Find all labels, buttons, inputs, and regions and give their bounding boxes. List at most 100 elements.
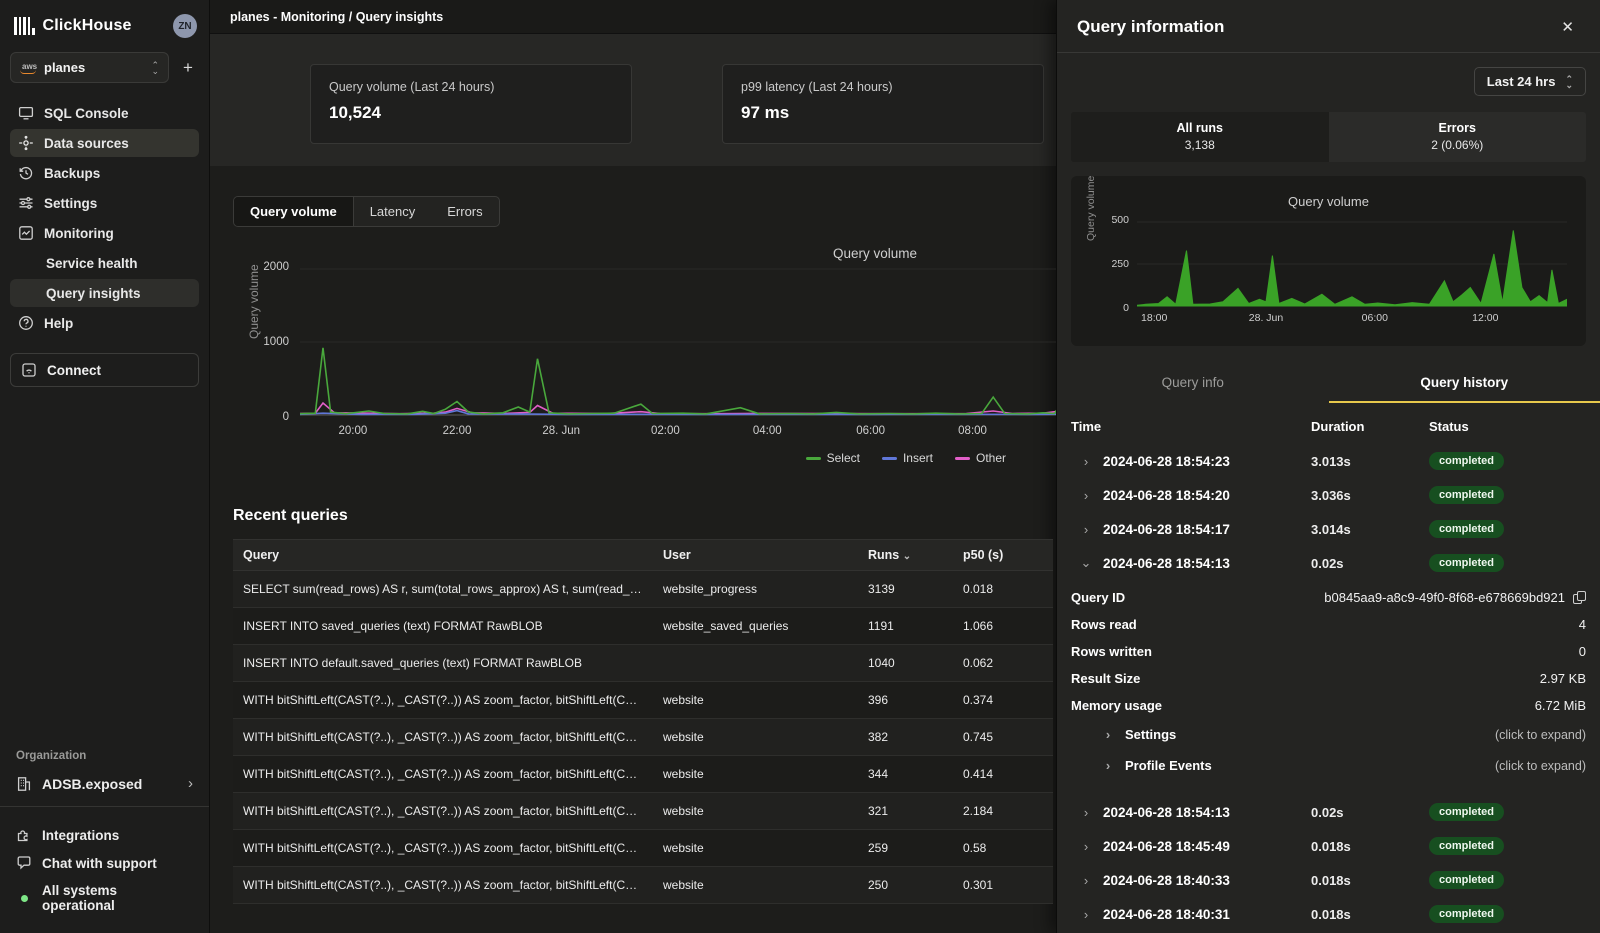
legend-swatch-insert [882, 457, 897, 460]
footer-label: Chat with support [42, 856, 157, 871]
sidebar-item-label: Service health [46, 256, 138, 271]
chevron-right-icon: › [1079, 805, 1093, 820]
tab-query-volume[interactable]: Query volume [234, 197, 354, 226]
sidebar-item-settings[interactable]: Settings [10, 189, 199, 217]
chevron-down-icon: ⌄ [1079, 555, 1093, 571]
user-avatar[interactable]: ZN [173, 14, 197, 38]
organization-label: Organization [10, 750, 199, 772]
all-runs-segment[interactable]: All runs 3,138 [1071, 112, 1329, 162]
y-tick-label: 0 [283, 411, 289, 423]
stat-value: 10,524 [329, 103, 613, 123]
console-icon [18, 105, 34, 121]
col-header-query[interactable]: Query [233, 540, 653, 571]
sidebar-item-help[interactable]: Help [10, 309, 199, 337]
legend-swatch-select [806, 457, 821, 460]
sidebar-item-sql-console[interactable]: SQL Console [10, 99, 199, 127]
sidebar-item-label: Data sources [44, 136, 129, 151]
sidebar-item-label: Query insights [46, 286, 141, 301]
tab-latency[interactable]: Latency [354, 197, 432, 226]
sort-desc-icon: ⌄ [903, 551, 911, 562]
history-row[interactable]: ›2024-06-28 18:54:23 3.013s completed [1071, 444, 1586, 478]
status-badge: completed [1429, 554, 1504, 572]
history-row[interactable]: ›2024-06-28 18:45:49 0.018s completed [1071, 829, 1586, 863]
x-tick-label: 04:00 [753, 425, 782, 437]
stats-band: Query volume (Last 24 hours) 10,524 p99 … [210, 34, 1056, 166]
table-row[interactable]: SELECT sum(read_rows) AS r, sum(total_ro… [233, 571, 1053, 608]
status-badge: completed [1429, 452, 1504, 470]
table-row[interactable]: WITH bitShiftLeft(CAST(?..), _CAST(?..))… [233, 756, 1053, 793]
errors-segment[interactable]: Errors 2 (0.06%) [1329, 112, 1587, 162]
recent-queries-title: Recent queries [233, 507, 1056, 525]
footer-label: Integrations [42, 828, 119, 843]
service-selector[interactable]: aws planes ⌃⌄ [10, 52, 169, 83]
legend-item-insert[interactable]: Insert [882, 451, 933, 465]
table-row[interactable]: WITH bitShiftLeft(CAST(?..), _CAST(?..))… [233, 793, 1053, 830]
col-header-runs[interactable]: Runs ⌄ [858, 540, 953, 571]
x-tick-label: 28. Jun [1249, 312, 1283, 324]
table-row[interactable]: WITH bitShiftLeft(CAST(?..), _CAST(?..))… [233, 830, 1053, 867]
aws-icon: aws [20, 62, 36, 74]
history-row[interactable]: ›2024-06-28 18:54:17 3.014s completed [1071, 512, 1586, 546]
chevron-right-icon: › [1079, 907, 1093, 922]
y-tick-label: 250 [1111, 258, 1129, 270]
sidebar-item-query-insights[interactable]: Query insights [10, 279, 199, 307]
service-name: planes [44, 60, 143, 75]
time-range-select[interactable]: Last 24 hrs ⌃⌄ [1474, 67, 1586, 96]
legend-item-select[interactable]: Select [806, 451, 860, 465]
table-row[interactable]: INSERT INTO default.saved_queries (text)… [233, 645, 1053, 682]
table-row[interactable]: WITH bitShiftLeft(CAST(?..), _CAST(?..))… [233, 719, 1053, 756]
tab-errors[interactable]: Errors [431, 197, 498, 226]
history-row[interactable]: ›2024-06-28 18:40:31 0.018s completed [1071, 897, 1586, 931]
sidebar-item-service-health[interactable]: Service health [10, 249, 199, 277]
mini-chart-title: Query volume [1071, 194, 1586, 209]
organization-selector[interactable]: ADSB.exposed › [10, 772, 199, 806]
col-header-user[interactable]: User [653, 540, 858, 571]
add-service-button[interactable]: + [177, 58, 199, 78]
chevron-right-icon: › [1079, 873, 1093, 888]
table-row[interactable]: WITH bitShiftLeft(CAST(?..), _CAST(?..))… [233, 867, 1053, 904]
history-row-expanded[interactable]: ⌄2024-06-28 18:54:13 0.02s completed [1071, 546, 1586, 580]
sidebar-item-monitoring[interactable]: Monitoring [10, 219, 199, 247]
history-row[interactable]: ›2024-06-28 18:54:13 0.02s completed [1071, 795, 1586, 829]
col-header-p50[interactable]: p50 (s) [953, 540, 1053, 571]
sidebar-item-label: Backups [44, 166, 100, 181]
table-row[interactable]: INSERT INTO saved_queries (text) FORMAT … [233, 608, 1053, 645]
runs-errors-toggle: All runs 3,138 Errors 2 (0.06%) [1071, 112, 1586, 162]
close-icon[interactable]: ✕ [1555, 16, 1580, 38]
system-status[interactable]: All systems operational [10, 877, 199, 919]
copy-icon[interactable] [1573, 591, 1586, 604]
stat-label: p99 latency (Last 24 hours) [741, 80, 1025, 94]
tab-query-history[interactable]: Query history [1329, 366, 1600, 403]
tab-query-info[interactable]: Query info [1057, 366, 1329, 403]
chevron-right-icon: › [1101, 727, 1115, 742]
y-tick-label: 500 [1111, 214, 1129, 226]
legend-item-other[interactable]: Other [955, 451, 1006, 465]
x-tick-label: 12:00 [1472, 312, 1498, 324]
legend-swatch-other [955, 457, 970, 460]
chart-plot[interactable] [300, 267, 1056, 417]
settings-expander[interactable]: ›Settings (click to expand) [1071, 719, 1586, 750]
logo-row: ClickHouse ZN [10, 12, 199, 52]
help-icon [18, 315, 34, 331]
breadcrumb-bar: planes - Monitoring / Query insights [210, 0, 1056, 34]
stat-value: 97 ms [741, 103, 1025, 123]
chart-yticks: 010002000 [255, 267, 289, 417]
sidebar-item-chat-support[interactable]: Chat with support [10, 849, 199, 877]
query-volume-card: Query volume (Last 24 hours) 10,524 [310, 64, 632, 144]
sidebar-item-backups[interactable]: Backups [10, 159, 199, 187]
organization-name: ADSB.exposed [42, 776, 178, 792]
table-row[interactable]: WITH bitShiftLeft(CAST(?..), _CAST(?..))… [233, 682, 1053, 719]
sidebar-item-integrations[interactable]: Integrations [10, 821, 199, 849]
chart-tabs: Query volume Latency Errors [233, 196, 500, 227]
mini-chart-ylabel: Query volume [1085, 176, 1097, 241]
detail-memory-usage: Memory usage 6.72 MiB [1071, 692, 1586, 719]
mini-chart-xticks: 18:0028. Jun06:0012:00 [1137, 312, 1567, 328]
history-row[interactable]: ›2024-06-28 18:54:20 3.036s completed [1071, 478, 1586, 512]
history-row[interactable]: ›2024-06-28 18:40:33 0.018s completed [1071, 863, 1586, 897]
sidebar-item-data-sources[interactable]: Data sources [10, 129, 199, 157]
profile-events-expander[interactable]: ›Profile Events (click to expand) [1071, 750, 1586, 781]
connect-button[interactable]: Connect [10, 353, 199, 387]
main-content: Query volume Latency Errors Query volume… [210, 166, 1056, 933]
mini-chart-plot[interactable] [1137, 220, 1567, 308]
x-tick-label: 22:00 [443, 425, 472, 437]
